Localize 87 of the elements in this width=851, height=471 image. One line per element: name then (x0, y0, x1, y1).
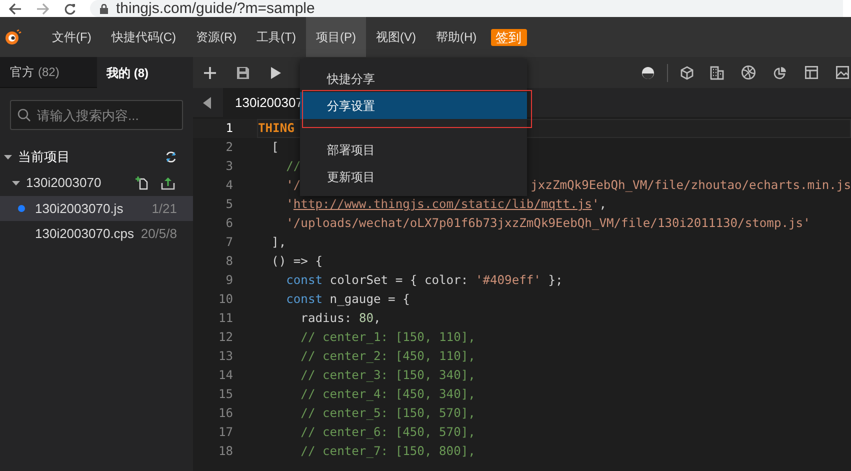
menu-option[interactable]: 分享设置 (300, 92, 527, 119)
refresh-icon[interactable] (165, 151, 177, 163)
play-icon[interactable] (270, 66, 282, 80)
code-text: // center_6: [450, 570], (300, 424, 476, 442)
code-text: ], (270, 234, 286, 252)
code-text: n_gauge = { (328, 291, 410, 308)
save-icon[interactable] (236, 66, 250, 80)
code-text: '/ (285, 177, 301, 194)
code-text: // center_1: [150, 110], (300, 329, 476, 346)
line-number: 2 (224, 139, 233, 156)
line-number: 1 (224, 120, 233, 138)
half-circle-icon[interactable] (641, 66, 655, 80)
scroll-left-icon[interactable] (203, 97, 211, 109)
code-text: '/uploads/wechat/oLX7p01f6b73jxzZmQk9EebQh_VM/file/130i2011130/stomp.js' (285, 215, 810, 232)
menu-item[interactable]: 帮助(H) (426, 17, 487, 57)
tree-folder-label[interactable]: 130i2003070 (26, 173, 129, 193)
code-text: 80 (358, 310, 374, 328)
code-text: THING (258, 120, 294, 138)
eye-logo-icon (4, 29, 22, 45)
new-file-icon[interactable] (135, 176, 149, 190)
line-number: 16 (217, 405, 233, 422)
menu-item[interactable]: 工具(T) (246, 17, 306, 57)
line-number: 14 (217, 367, 233, 384)
menu-item[interactable]: 文件(F) (42, 17, 102, 57)
menu-option[interactable]: 更新项目 (300, 163, 527, 190)
code-text: radius: (300, 310, 353, 328)
code-text: }; (547, 272, 563, 290)
code-text: jxzZmQk9EebQh_VM/file/zhoutao/echarts.min.js (530, 177, 851, 194)
plus-icon[interactable] (203, 66, 217, 80)
menu-item[interactable]: 资源(R) (186, 17, 247, 57)
search-icon (17, 108, 31, 122)
line-number: 5 (224, 196, 233, 214)
line-number: 4 (224, 177, 233, 194)
code-text: // center_7: [150, 800], (300, 443, 476, 460)
line-number: 6 (224, 215, 233, 232)
tree-section-label[interactable]: 当前项目 (18, 147, 159, 167)
menu-item[interactable]: 项目(P) (306, 17, 366, 57)
code-text: () => { (270, 253, 323, 270)
back-icon[interactable] (8, 2, 22, 14)
file-meta: 1/21 (152, 200, 177, 218)
code-text: const (285, 291, 323, 308)
line-number: 12 (217, 329, 233, 346)
expanded-caret-icon[interactable] (4, 153, 12, 161)
code-text: [ (270, 139, 279, 156)
line-number: 11 (217, 310, 233, 328)
file-item[interactable]: 130i2003070.js 1/21 (0, 196, 193, 221)
upload-icon[interactable] (161, 176, 175, 190)
menu-item[interactable]: 快捷代码(C) (101, 17, 186, 57)
code-text: , (599, 196, 606, 214)
code-text: // center_3: [150, 340], (300, 367, 476, 384)
line-number: 17 (217, 424, 233, 442)
line-number: 13 (217, 348, 233, 366)
line-number: 7 (224, 234, 233, 252)
reload-icon[interactable] (64, 2, 76, 14)
code-text: // (285, 158, 301, 176)
line-number: 15 (217, 386, 233, 404)
pie-chart-icon[interactable] (773, 66, 787, 80)
menu-item[interactable]: 视图(V) (366, 17, 426, 57)
search-field[interactable]: 请输入搜索内容... (10, 100, 183, 130)
line-number: 10 (217, 291, 233, 308)
ball-icon[interactable] (741, 65, 756, 80)
code-text: '#409eff' (475, 272, 541, 290)
line-number: 18 (217, 443, 233, 460)
line-number: 3 (224, 158, 233, 176)
building-icon[interactable] (710, 66, 724, 80)
layout-icon[interactable] (805, 66, 818, 79)
code-text: ' (285, 196, 294, 214)
code-text: ' (592, 196, 600, 214)
code-text: colorSet = { color: (328, 272, 470, 290)
code-link[interactable]: http://www.thingjs.com/static/lib/mqtt.js (293, 195, 592, 214)
file-name: 130i2003070.js (35, 200, 124, 218)
image-icon[interactable] (836, 66, 849, 79)
line-number: 9 (224, 272, 233, 290)
menu-option[interactable]: 部署项目 (300, 136, 527, 163)
lock-icon (100, 4, 108, 14)
code-text: // center_5: [150, 570], (300, 405, 476, 422)
file-item[interactable]: 130i2003070.cps 20/5/8 (0, 221, 193, 246)
line-number: 8 (224, 253, 233, 270)
file-name: 130i2003070.cps (35, 224, 136, 243)
sidebar-tab[interactable]: 官方 (82) (0, 57, 96, 88)
code-text: const (285, 272, 323, 290)
code-text: // center_2: [450, 110], (300, 348, 476, 366)
file-meta: 20/5/8 (140, 224, 177, 243)
code-text: // center_4: [450, 340], (300, 386, 476, 404)
cube-icon[interactable] (680, 66, 694, 80)
expanded-caret-icon[interactable] (12, 179, 20, 187)
code-text: , (374, 310, 381, 328)
